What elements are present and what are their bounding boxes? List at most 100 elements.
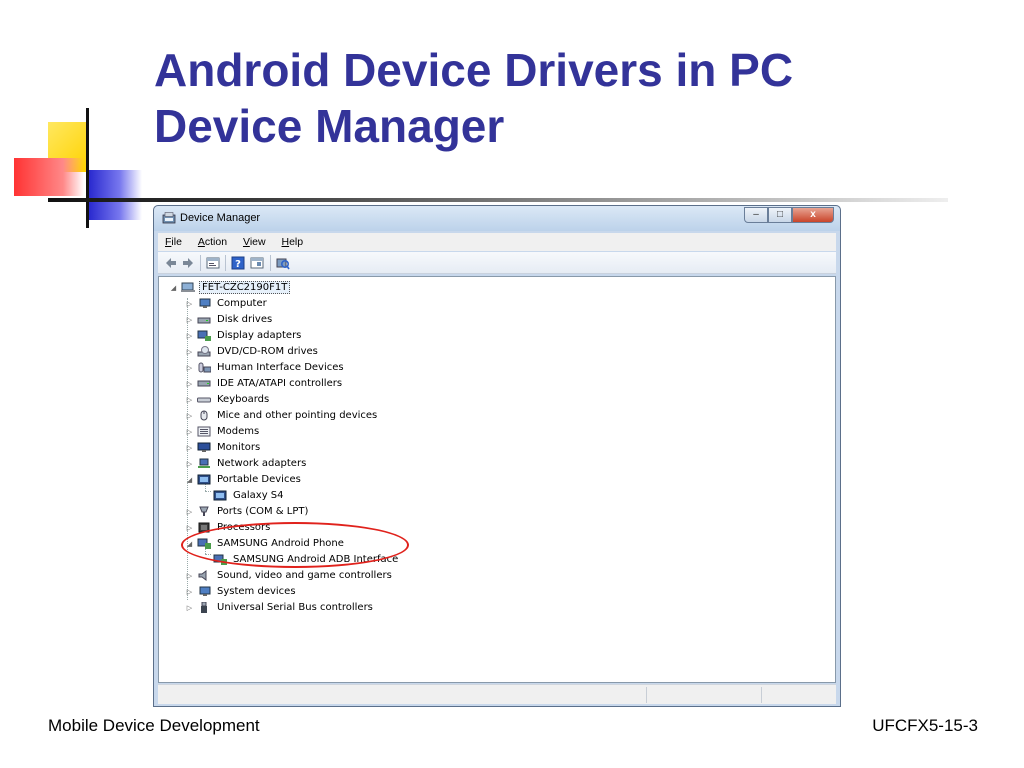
help-icon[interactable]: ? xyxy=(231,256,245,270)
menu-action-label: ction xyxy=(204,236,228,248)
tree-item-display-adapters[interactable]: ▷ Display adapters xyxy=(185,328,303,343)
menu-action[interactable]: Action xyxy=(191,233,233,248)
svg-text:?: ? xyxy=(235,259,241,270)
tree-item-sound-controllers[interactable]: ▷ Sound, video and game controllers xyxy=(185,568,394,583)
back-arrow-icon[interactable] xyxy=(164,256,178,270)
tree-item-label: Human Interface Devices xyxy=(217,362,344,373)
device-tree[interactable]: ◢ FET-CZC2190F1T ▷ Computer ▷ Disk drive… xyxy=(158,276,836,683)
tree-item-mice[interactable]: ▷ Mice and other pointing devices xyxy=(185,408,379,423)
maximize-button[interactable]: □ xyxy=(768,207,792,223)
tree-item-label: DVD/CD-ROM drives xyxy=(217,346,318,357)
network-adapter-icon xyxy=(198,458,210,468)
tree-item-label: Network adapters xyxy=(217,458,307,469)
tree-item-disk-drives[interactable]: ▷ Disk drives xyxy=(185,312,274,327)
tree-item-ports[interactable]: ▷ Ports (COM & LPT) xyxy=(185,504,310,519)
expand-arrow-icon[interactable]: ▷ xyxy=(185,364,194,372)
footer-course-title: Mobile Device Development xyxy=(48,716,260,735)
expand-arrow-icon[interactable]: ▷ xyxy=(185,380,194,388)
expand-arrow-icon[interactable]: ▷ xyxy=(185,508,194,516)
expand-arrow-icon[interactable]: ▷ xyxy=(185,348,194,356)
menu-help-accel: H xyxy=(281,236,290,248)
menu-action-accel: A xyxy=(197,236,205,248)
device-manager-window: Device Manager – □ x File Action View He… xyxy=(153,205,841,707)
system-device-icon xyxy=(199,586,211,596)
tree-item-ide-controllers[interactable]: ▷ IDE ATA/ATAPI controllers xyxy=(185,376,344,391)
status-bar xyxy=(158,684,836,704)
expand-arrow-icon[interactable]: ▷ xyxy=(185,412,194,420)
forward-arrow-icon[interactable] xyxy=(181,256,195,270)
tree-item-keyboards[interactable]: ▷ Keyboards xyxy=(185,392,271,407)
status-divider xyxy=(646,687,647,703)
decor-red-bar xyxy=(14,158,84,196)
display-adapter-icon xyxy=(197,330,211,341)
toolbar-separator xyxy=(200,255,201,271)
decor-blue-square xyxy=(86,170,142,220)
tree-item-label: System devices xyxy=(217,586,296,597)
tree-item-dvd-drives[interactable]: ▷ DVD/CD-ROM drives xyxy=(185,344,320,359)
expand-arrow-icon[interactable]: ▷ xyxy=(185,588,194,596)
usb-icon xyxy=(201,602,207,613)
expand-arrow-icon[interactable]: ▷ xyxy=(185,396,194,404)
expand-arrow-icon[interactable]: ▷ xyxy=(185,604,194,612)
expand-arrow-icon[interactable]: ▷ xyxy=(185,524,194,532)
menu-view-accel: V xyxy=(242,236,250,248)
menu-help-label: elp xyxy=(289,236,304,248)
menu-view-label: iew xyxy=(249,236,266,248)
menu-bar: File Action View Help xyxy=(158,233,836,251)
collapse-arrow-icon[interactable]: ◢ xyxy=(169,284,178,292)
tree-item-label: Sound, video and game controllers xyxy=(217,570,392,581)
tree-item-label: Modems xyxy=(217,426,260,437)
computer-root-icon xyxy=(181,282,195,292)
expand-arrow-icon[interactable]: ▷ xyxy=(185,300,194,308)
expand-arrow-icon[interactable]: ▷ xyxy=(185,428,194,436)
menu-view[interactable]: View xyxy=(236,233,272,248)
tree-item-human-interface-devices[interactable]: ▷ Human Interface Devices xyxy=(185,360,346,375)
port-icon xyxy=(199,506,209,516)
monitor-icon xyxy=(197,442,211,452)
toolbar-separator xyxy=(225,255,226,271)
tree-item-usb-controllers[interactable]: ▷ Universal Serial Bus controllers xyxy=(185,600,375,615)
tree-item-system-devices[interactable]: ▷ System devices xyxy=(185,584,298,599)
close-button[interactable]: x xyxy=(792,207,834,223)
tree-item-label: Monitors xyxy=(217,442,261,453)
decor-horizontal-rule xyxy=(48,198,948,202)
expand-arrow-icon[interactable]: ▷ xyxy=(185,572,194,580)
collapse-arrow-icon[interactable]: ◢ xyxy=(185,476,194,484)
annotation-ellipse xyxy=(181,522,409,568)
mouse-icon xyxy=(200,410,208,421)
expand-arrow-icon[interactable]: ▷ xyxy=(185,444,194,452)
footer-module-code: UFCFX5-15-3 xyxy=(872,716,978,735)
window-controls: – □ x xyxy=(744,207,834,224)
slide-title: Android Device Drivers in PC Device Mana… xyxy=(154,42,954,154)
minimize-button[interactable]: – xyxy=(744,207,768,223)
tree-item-label: Display adapters xyxy=(217,330,302,341)
tree-item-monitors[interactable]: ▷ Monitors xyxy=(185,440,262,455)
tree-item-label: Universal Serial Bus controllers xyxy=(217,602,373,613)
ide-controller-icon xyxy=(197,380,211,387)
expand-arrow-icon[interactable]: ▷ xyxy=(185,332,194,340)
window-title: Device Manager xyxy=(180,212,261,224)
menu-file[interactable]: File xyxy=(158,233,188,248)
tree-item-computer[interactable]: ▷ Computer xyxy=(185,296,269,311)
tree-item-label: IDE ATA/ATAPI controllers xyxy=(217,378,343,389)
expand-arrow-icon[interactable]: ▷ xyxy=(185,316,194,324)
expand-arrow-icon[interactable]: ▷ xyxy=(185,460,194,468)
device-manager-icon xyxy=(162,212,176,224)
tree-item-galaxy-s4[interactable]: Galaxy S4 xyxy=(201,488,286,503)
tree-item-portable-devices[interactable]: ◢ Portable Devices xyxy=(185,472,303,487)
tree-item-modems[interactable]: ▷ Modems xyxy=(185,424,261,439)
window-titlebar[interactable]: Device Manager – □ x xyxy=(154,206,840,231)
tree-item-label: Keyboards xyxy=(217,394,270,405)
scan-hardware-icon[interactable] xyxy=(276,256,290,270)
portable-device-icon xyxy=(197,474,211,485)
menu-help[interactable]: Help xyxy=(275,233,310,248)
tree-item-label: Ports (COM & LPT) xyxy=(217,506,309,517)
tree-item-network-adapters[interactable]: ▷ Network adapters xyxy=(185,456,308,471)
slide-title-line1: Android Device Drivers in PC xyxy=(154,44,794,96)
hid-icon xyxy=(198,362,211,373)
tree-root[interactable]: ◢ FET-CZC2190F1T xyxy=(169,280,291,295)
properties-icon[interactable] xyxy=(206,256,220,270)
dvd-drive-icon xyxy=(197,346,211,357)
view-icon[interactable] xyxy=(250,256,264,270)
disk-drive-icon xyxy=(197,317,211,324)
